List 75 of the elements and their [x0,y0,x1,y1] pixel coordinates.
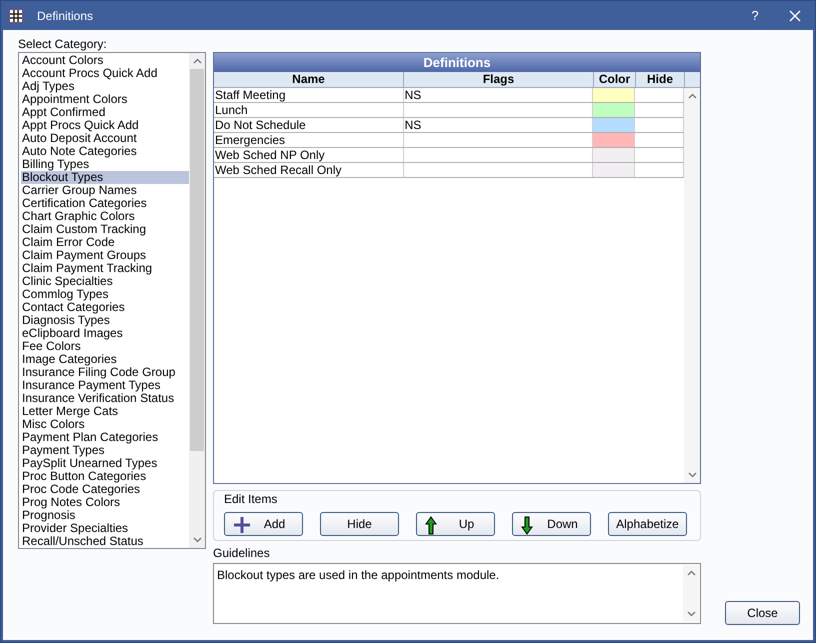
category-item[interactable]: Prognosis [21,509,189,522]
category-item[interactable]: eClipboard Images [21,327,189,340]
category-item[interactable]: Image Categories [21,353,189,366]
category-item[interactable]: Appt Confirmed [21,106,189,119]
column-header[interactable]: Flags [404,72,594,87]
name-cell: Emergencies [214,133,404,147]
category-item[interactable]: Claim Payment Tracking [21,262,189,275]
action-button[interactable]: Alphabetize [608,512,687,536]
window-title: Definitions [37,8,94,22]
column-header[interactable]: Hide [636,72,685,87]
category-item[interactable]: Carrier Group Names [21,184,189,197]
category-item[interactable]: Provider Specialties [21,522,189,535]
action-button[interactable]: Hide [320,512,399,536]
scroll-down-icon[interactable] [688,472,696,478]
category-item[interactable]: Payment Types [21,444,189,457]
arrow-up-icon [425,516,437,535]
category-item[interactable]: Misc Colors [21,418,189,431]
column-header[interactable]: Name [214,72,404,87]
name-cell: Do Not Schedule [214,118,404,132]
name-cell: Lunch [214,103,404,117]
category-item[interactable]: Certification Categories [21,197,189,210]
category-item[interactable]: Auto Deposit Account [21,132,189,145]
guidelines-text-box[interactable]: Blockout types are used in the appointments module. [213,563,701,624]
close-icon[interactable] [789,10,801,22]
arrow-down-icon [521,516,533,535]
category-item[interactable]: Auto Note Categories [21,145,189,158]
category-item[interactable]: Insurance Filing Code Group [21,366,189,379]
scroll-up-icon[interactable] [686,570,696,576]
down-button[interactable]: Down [512,512,591,536]
name-cell: Staff Meeting [214,88,404,102]
category-item[interactable]: Diagnosis Types [21,314,189,327]
category-item[interactable]: Chart Graphic Colors [21,210,189,223]
category-item[interactable]: Insurance Payment Types [21,379,189,392]
category-item[interactable]: Proc Code Categories [21,483,189,496]
category-item[interactable]: Commlog Types [21,288,189,301]
category-item[interactable]: Letter Merge Cats [21,405,189,418]
scroll-up-icon[interactable] [192,58,202,64]
category-item[interactable]: Account Colors [21,54,189,67]
scrollbar[interactable] [684,88,700,483]
grid-icon [9,8,23,22]
category-item[interactable]: Appointment Colors [21,93,189,106]
category-item[interactable]: Prog Notes Colors [21,496,189,509]
scroll-up-icon[interactable] [688,93,696,99]
category-item[interactable]: PaySplit Unearned Types [21,457,189,470]
name-cell: Web Sched Recall Only [214,163,404,177]
category-item[interactable]: Clinic Specialties [21,275,189,288]
name-cell: Web Sched NP Only [214,148,404,162]
category-item[interactable]: Fee Colors [21,340,189,353]
category-item[interactable]: Appt Procs Quick Add [21,119,189,132]
grid-title: Definitions [214,53,700,72]
category-item[interactable]: Contact Categories [21,301,189,314]
scroll-down-icon[interactable] [192,537,202,543]
guidelines-label: Guidelines [213,547,270,560]
category-item[interactable]: Account Procs Quick Add [21,67,189,80]
category-item[interactable]: Claim Payment Groups [21,249,189,262]
category-item[interactable]: Claim Error Code [21,236,189,249]
category-item[interactable]: Claim Custom Tracking [21,223,189,236]
scroll-down-icon[interactable] [686,611,696,617]
close-button[interactable]: Close [725,601,800,625]
scrollbar[interactable] [189,53,205,548]
help-button[interactable]: ? [735,8,775,23]
category-item[interactable]: Billing Types [21,158,189,171]
scrollbar[interactable] [683,565,699,622]
category-item[interactable]: Payment Plan Categories [21,431,189,444]
add-button[interactable]: Add [224,512,303,536]
plus-icon [233,516,251,534]
category-item[interactable]: Adj Types [21,80,189,93]
category-item[interactable]: Recall/Unsched Status [21,535,189,548]
category-item[interactable]: Proc Button Categories [21,470,189,483]
category-item[interactable]: Blockout Types [21,171,189,184]
up-button[interactable]: Up [416,512,495,536]
category-label: Select Category: [18,38,107,50]
category-item[interactable]: Insurance Verification Status [21,392,189,405]
column-header[interactable]: Color [594,72,636,87]
group-label: Edit Items [224,493,278,506]
